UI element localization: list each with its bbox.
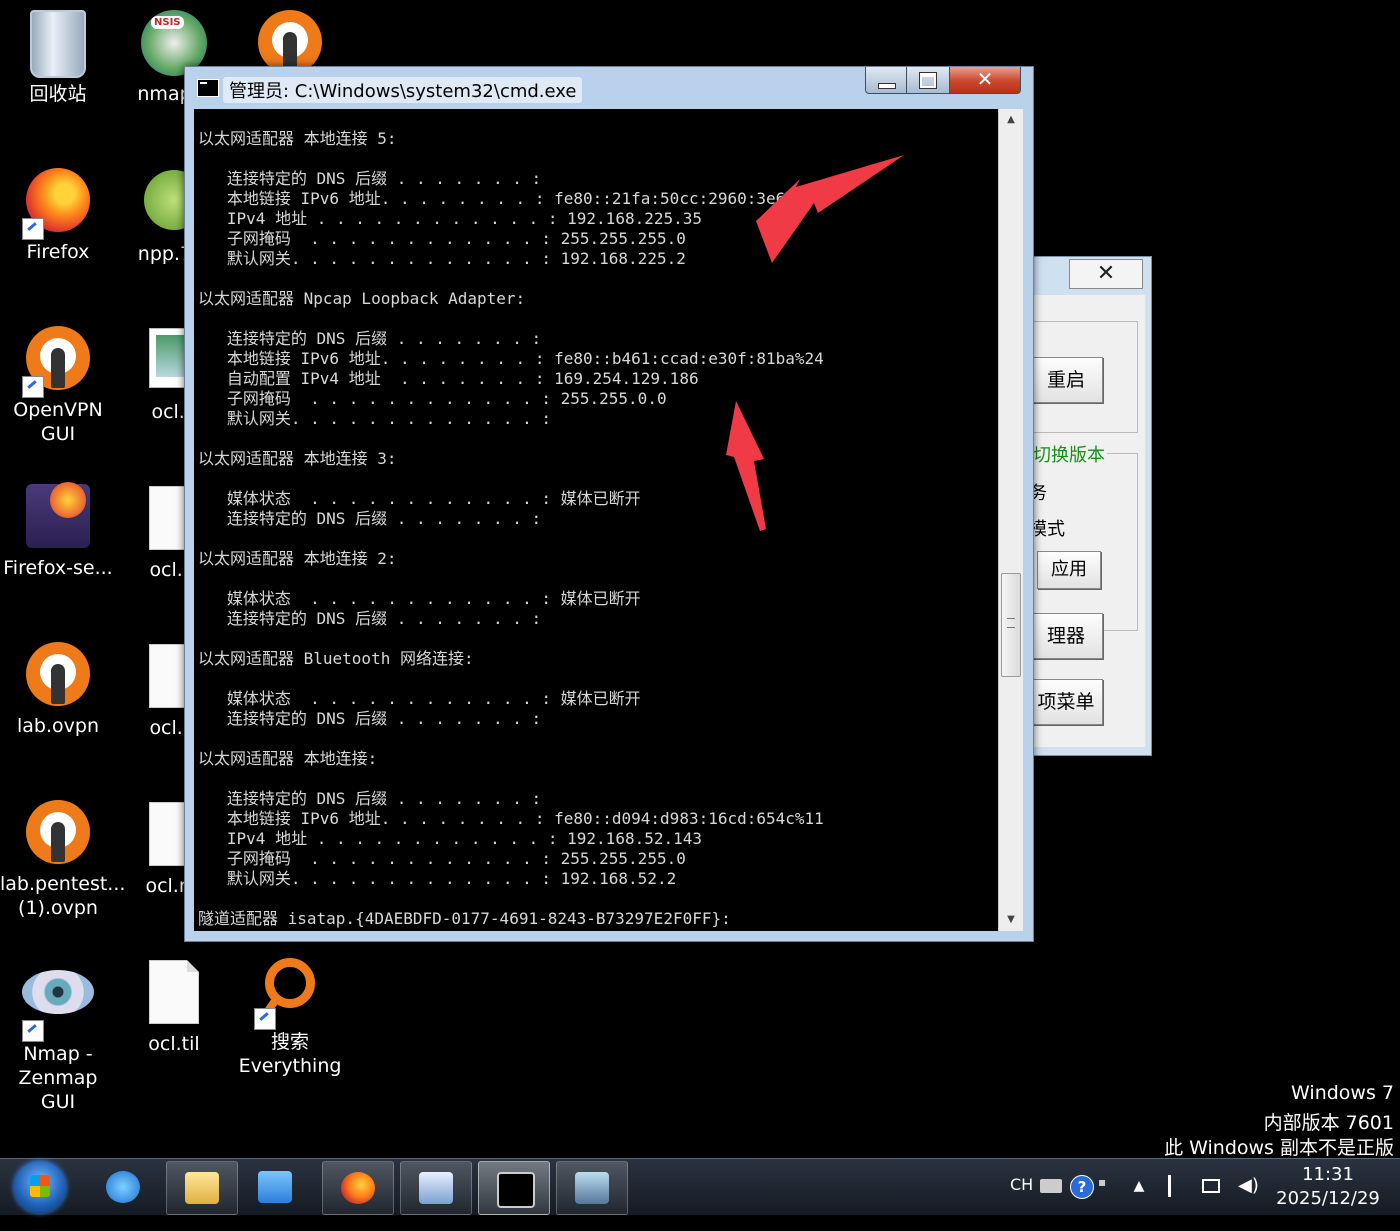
desktop-icon-lab-ovpn[interactable]: lab.ovpn xyxy=(0,638,116,738)
shortcut-arrow-icon xyxy=(22,218,44,240)
recycle-bin-icon xyxy=(30,10,86,78)
desktop-icon-everything[interactable]: 搜索 Everything xyxy=(232,954,348,1078)
desktop-icon-label: Nmap - Zenmap GUI xyxy=(18,1043,98,1113)
minimize-button[interactable] xyxy=(865,67,907,94)
desktop-icon-firefox[interactable]: Firefox xyxy=(0,164,116,264)
taskbar-media-player[interactable] xyxy=(240,1161,310,1213)
desktop-icon-label: OpenVPN GUI xyxy=(13,399,103,445)
desktop-icon-label: 回收站 xyxy=(29,83,87,105)
volume-icon[interactable]: ◀) xyxy=(1238,1175,1260,1197)
cmd-window-title: 管理员: C:\Windows\system32\cmd.exe xyxy=(223,77,583,103)
manager-button[interactable]: 理器 xyxy=(1029,613,1103,659)
scroll-down-arrow-icon[interactable]: ▼ xyxy=(999,909,1023,931)
desktop-icon-label: ocl.til xyxy=(148,1033,200,1055)
clock-date: 2025/12/29 xyxy=(1276,1188,1380,1209)
tray-clock[interactable]: 11:31 2025/12/29 xyxy=(1268,1163,1388,1211)
media-player-icon xyxy=(258,1171,292,1203)
taskbar-control-panel[interactable] xyxy=(400,1161,472,1215)
watermark-line-1: Windows 7 xyxy=(1291,1082,1394,1104)
internet-explorer-icon xyxy=(106,1171,140,1203)
control-panel-icon xyxy=(419,1172,453,1204)
desktop-icon-openvpn-gui[interactable]: OpenVPN GUI xyxy=(0,322,116,446)
shortcut-arrow-icon xyxy=(22,1020,44,1042)
network-icon[interactable] xyxy=(1202,1179,1220,1193)
background-dialog[interactable]: ✕ 重启 切换版本 务 模式 应用 理器 项菜单 xyxy=(1020,256,1152,756)
firefox-icon xyxy=(341,1172,375,1204)
ime-options-icon[interactable]: ▪ xyxy=(1098,1175,1108,1197)
watermark-line-2: 内部版本 7601 xyxy=(1263,1112,1394,1134)
apply-button[interactable]: 应用 xyxy=(1037,551,1101,589)
taskbar-ie[interactable] xyxy=(88,1161,158,1213)
desktop-icon-recycle-bin[interactable]: 回收站 xyxy=(0,6,116,106)
help-icon[interactable]: ? xyxy=(1070,1175,1094,1199)
everything-search-icon xyxy=(265,958,315,1008)
scrollbar-thumb[interactable] xyxy=(1001,573,1021,677)
keyboard-icon[interactable] xyxy=(1040,1179,1062,1193)
zenmap-eye-icon xyxy=(22,970,94,1014)
maximize-button[interactable] xyxy=(906,67,950,94)
file-icon xyxy=(149,960,199,1024)
vertical-scrollbar[interactable]: ▲ ▼ xyxy=(998,109,1023,931)
desktop-icon-label: Firefox xyxy=(26,241,90,263)
taskbar-cmd[interactable] xyxy=(478,1161,550,1215)
openvpn-icon xyxy=(26,642,90,706)
openvpn-icon xyxy=(26,800,90,864)
cmd-icon xyxy=(497,1172,535,1208)
action-center-flag-icon[interactable] xyxy=(1168,1175,1189,1197)
console-output[interactable]: 以太网适配器 本地连接 5: 连接特定的 DNS 后缀 . . . . . . … xyxy=(194,109,998,931)
shortcut-arrow-icon xyxy=(254,1008,276,1030)
version-group-title: 切换版本 xyxy=(1031,441,1107,467)
window-controls: ✕ xyxy=(865,67,1025,95)
menu-button[interactable]: 项菜单 xyxy=(1029,679,1103,725)
scroll-up-arrow-icon[interactable]: ▲ xyxy=(999,109,1023,131)
dialog-body: 重启 切换版本 务 模式 应用 理器 项菜单 xyxy=(1029,295,1145,747)
taskbar: CH ? ▪ ▲ ◀) 11:31 2025/12/29 xyxy=(0,1158,1400,1215)
annotation-overlay xyxy=(726,155,904,531)
cmd-app-icon[interactable] xyxy=(197,79,219,97)
clock-time: 11:31 xyxy=(1302,1164,1354,1185)
start-button[interactable] xyxy=(14,1161,66,1213)
desktop-icon-label: Firefox-se... xyxy=(3,557,113,579)
firefox-security-icon xyxy=(26,482,90,548)
desktop-icon-zenmap[interactable]: Nmap - Zenmap GUI xyxy=(0,954,116,1114)
restart-button[interactable]: 重启 xyxy=(1029,357,1103,403)
folder-icon xyxy=(185,1172,219,1204)
desktop-icon-firefox-security[interactable]: Firefox-se... xyxy=(0,480,116,580)
taskbar-firefox[interactable] xyxy=(322,1161,394,1215)
taskbar-network[interactable] xyxy=(556,1161,628,1215)
taskbar-explorer[interactable] xyxy=(166,1161,238,1215)
desktop-icon-lab-pentest-ovpn[interactable]: lab.pentest... (1).ovpn xyxy=(0,796,126,920)
mode-option-label[interactable]: 模式 xyxy=(1029,515,1065,541)
watermark-line-3: 此 Windows 副本不是正版 xyxy=(1164,1137,1394,1159)
red-arrow-lower xyxy=(726,401,766,531)
cmd-titlebar[interactable]: 管理员: C:\Windows\system32\cmd.exe ✕ xyxy=(185,67,1033,109)
desktop-icon-label: lab.ovpn xyxy=(17,715,99,737)
close-icon: ✕ xyxy=(976,67,994,91)
close-icon: ✕ xyxy=(1096,261,1116,286)
desktop-icon-label: 搜索 Everything xyxy=(238,1031,342,1077)
close-button[interactable]: ✕ xyxy=(949,67,1021,94)
openvpn-icon xyxy=(258,10,322,74)
tray-language[interactable]: CH xyxy=(1010,1175,1033,1231)
desktop-icon-ocl-til[interactable]: ocl.til xyxy=(116,954,232,1056)
desktop-icon-label: lab.pentest... (1).ovpn xyxy=(0,873,126,919)
cmd-window[interactable]: 管理员: C:\Windows\system32\cmd.exe ✕ 以太网适配… xyxy=(184,66,1034,942)
network-computer-icon xyxy=(575,1172,609,1204)
dialog-close-button[interactable]: ✕ xyxy=(1069,259,1143,289)
shortcut-arrow-icon xyxy=(22,376,44,398)
red-arrow-upper xyxy=(756,155,904,263)
show-hidden-icons-icon[interactable]: ▲ xyxy=(1128,1175,1150,1197)
